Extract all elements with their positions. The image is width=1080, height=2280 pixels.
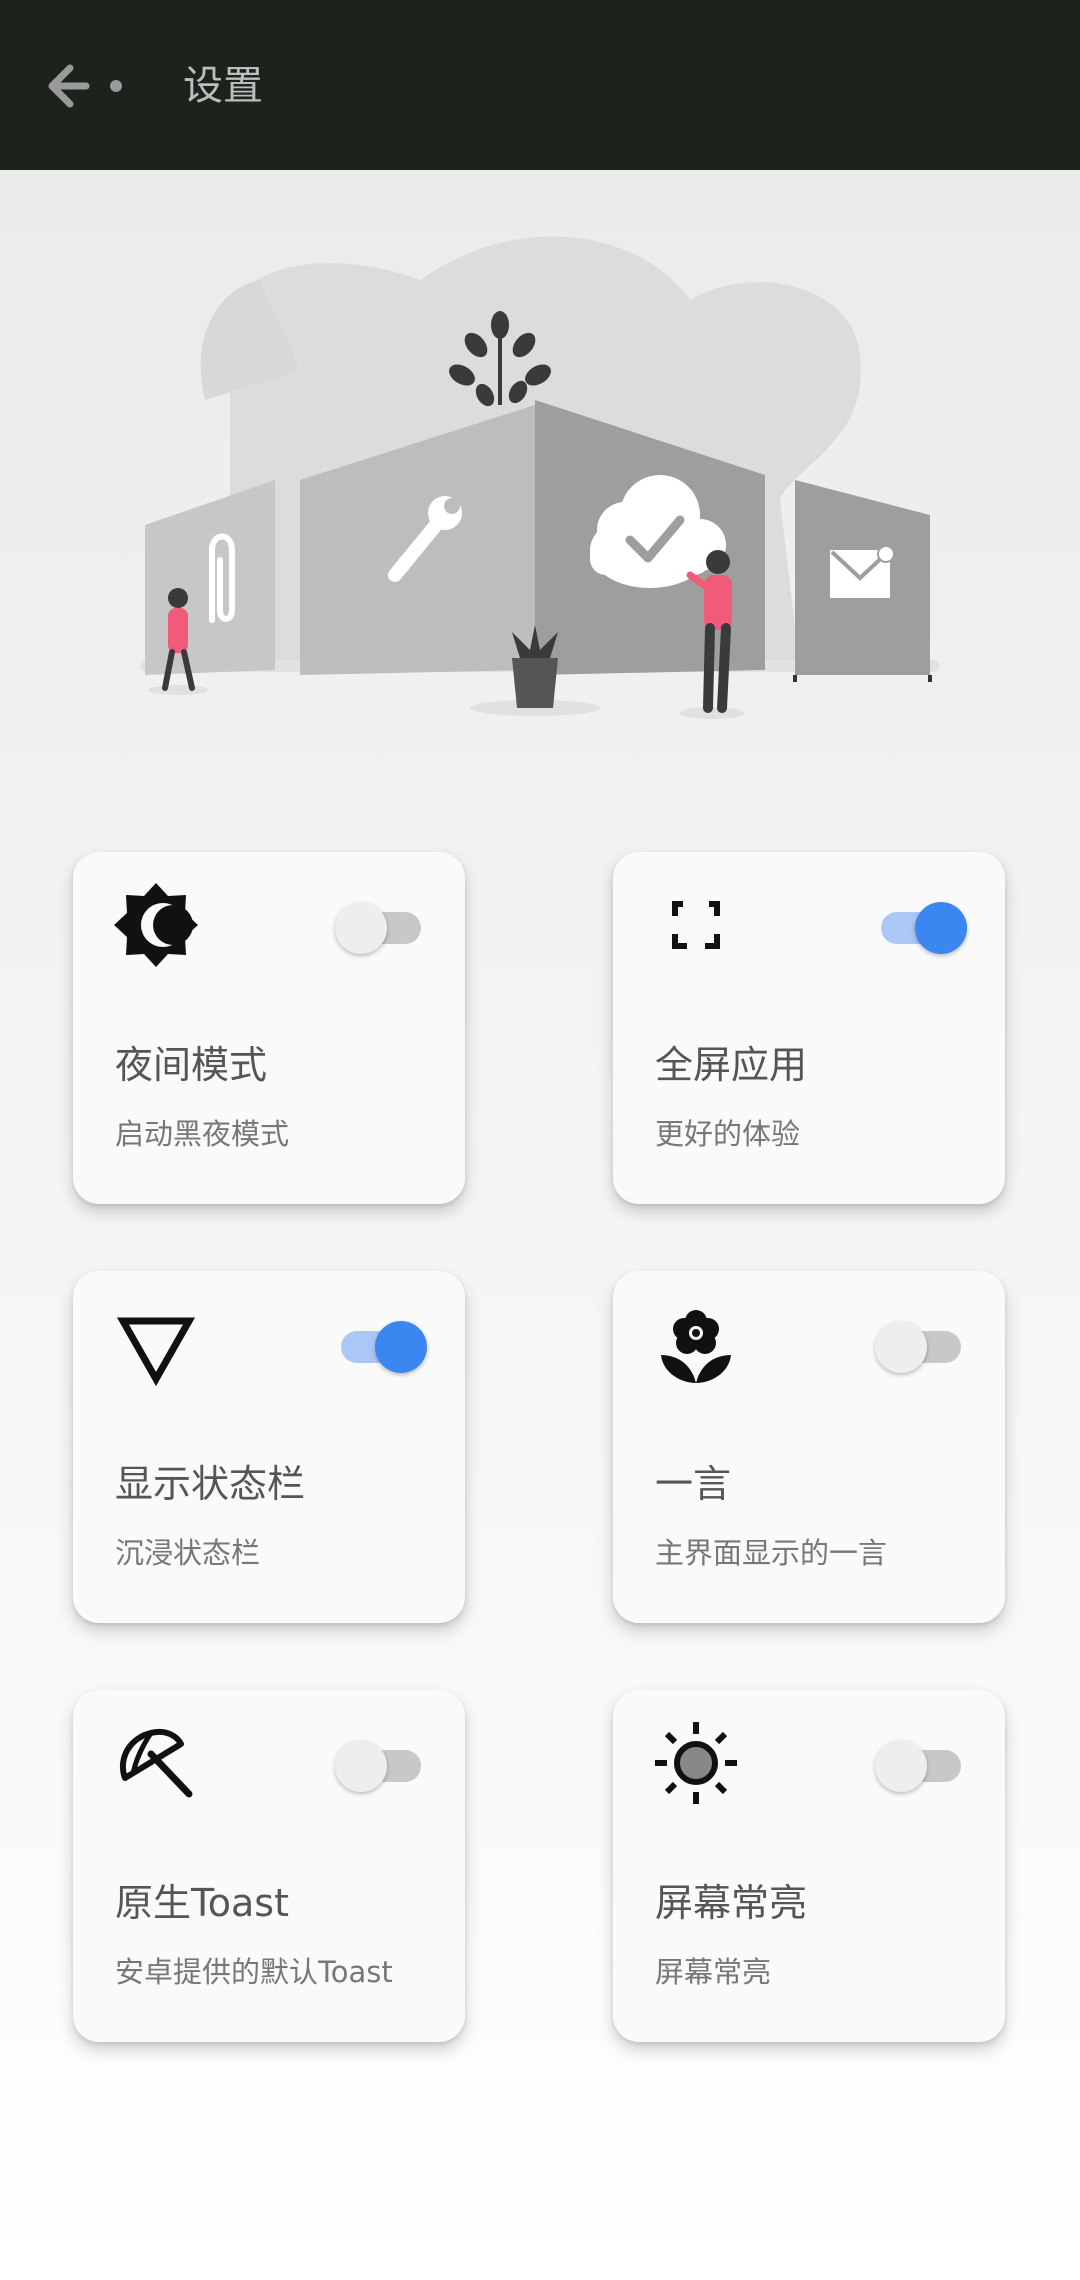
night-mode-icon (111, 880, 201, 970)
card-subtitle: 主界面显示的一言 (655, 1536, 888, 1570)
toggle-thumb (875, 1740, 927, 1792)
toggle-thumb (335, 1740, 387, 1792)
card-subtitle: 屏幕常亮 (655, 1955, 772, 1989)
hitokoto-toggle[interactable] (875, 1317, 967, 1373)
card-subtitle: 安卓提供的默认Toast (115, 1955, 393, 1989)
toolbar: 设置 (0, 0, 1080, 170)
umbrella-icon (111, 1718, 201, 1808)
toggle-thumb (875, 1321, 927, 1373)
card-subtitle: 启动黑夜模式 (115, 1117, 290, 1151)
card-title: 屏幕常亮 (655, 1881, 808, 1925)
flower-icon (651, 1299, 741, 1389)
card-title: 显示状态栏 (115, 1462, 306, 1506)
arrow-back-icon (48, 64, 122, 108)
toggle-thumb (915, 902, 967, 954)
card-subtitle: 更好的体验 (655, 1117, 801, 1151)
night-mode-card[interactable]: 夜间模式 启动黑夜模式 (73, 852, 465, 1204)
card-subtitle: 沉浸状态栏 (115, 1536, 261, 1570)
hitokoto-card[interactable]: 一言 主界面显示的一言 (613, 1271, 1005, 1623)
keep-screen-on-toggle[interactable] (875, 1736, 967, 1792)
brightness-icon (651, 1718, 741, 1808)
card-title: 夜间模式 (115, 1043, 268, 1087)
keep-screen-on-card[interactable]: 屏幕常亮 屏幕常亮 (613, 1690, 1005, 2042)
page-title: 设置 (183, 63, 263, 109)
native-toast-toggle[interactable] (335, 1736, 427, 1792)
fullscreen-icon (651, 880, 741, 970)
native-toast-card[interactable]: 原生Toast 安卓提供的默认Toast (73, 1690, 465, 2042)
status-bar-card[interactable]: 显示状态栏 沉浸状态栏 (73, 1271, 465, 1623)
card-title: 全屏应用 (655, 1043, 808, 1087)
fullscreen-card[interactable]: 全屏应用 更好的体验 (613, 852, 1005, 1204)
night-mode-toggle[interactable] (335, 898, 427, 954)
card-title: 一言 (655, 1462, 732, 1506)
card-title: 原生Toast (115, 1881, 289, 1925)
toggle-thumb (375, 1321, 427, 1373)
triangle-icon (111, 1299, 201, 1389)
back-button[interactable] (40, 44, 140, 128)
toggle-thumb (335, 902, 387, 954)
fullscreen-toggle[interactable] (875, 898, 967, 954)
status-bar-toggle[interactable] (335, 1317, 427, 1373)
settings-illustration (0, 170, 1080, 840)
